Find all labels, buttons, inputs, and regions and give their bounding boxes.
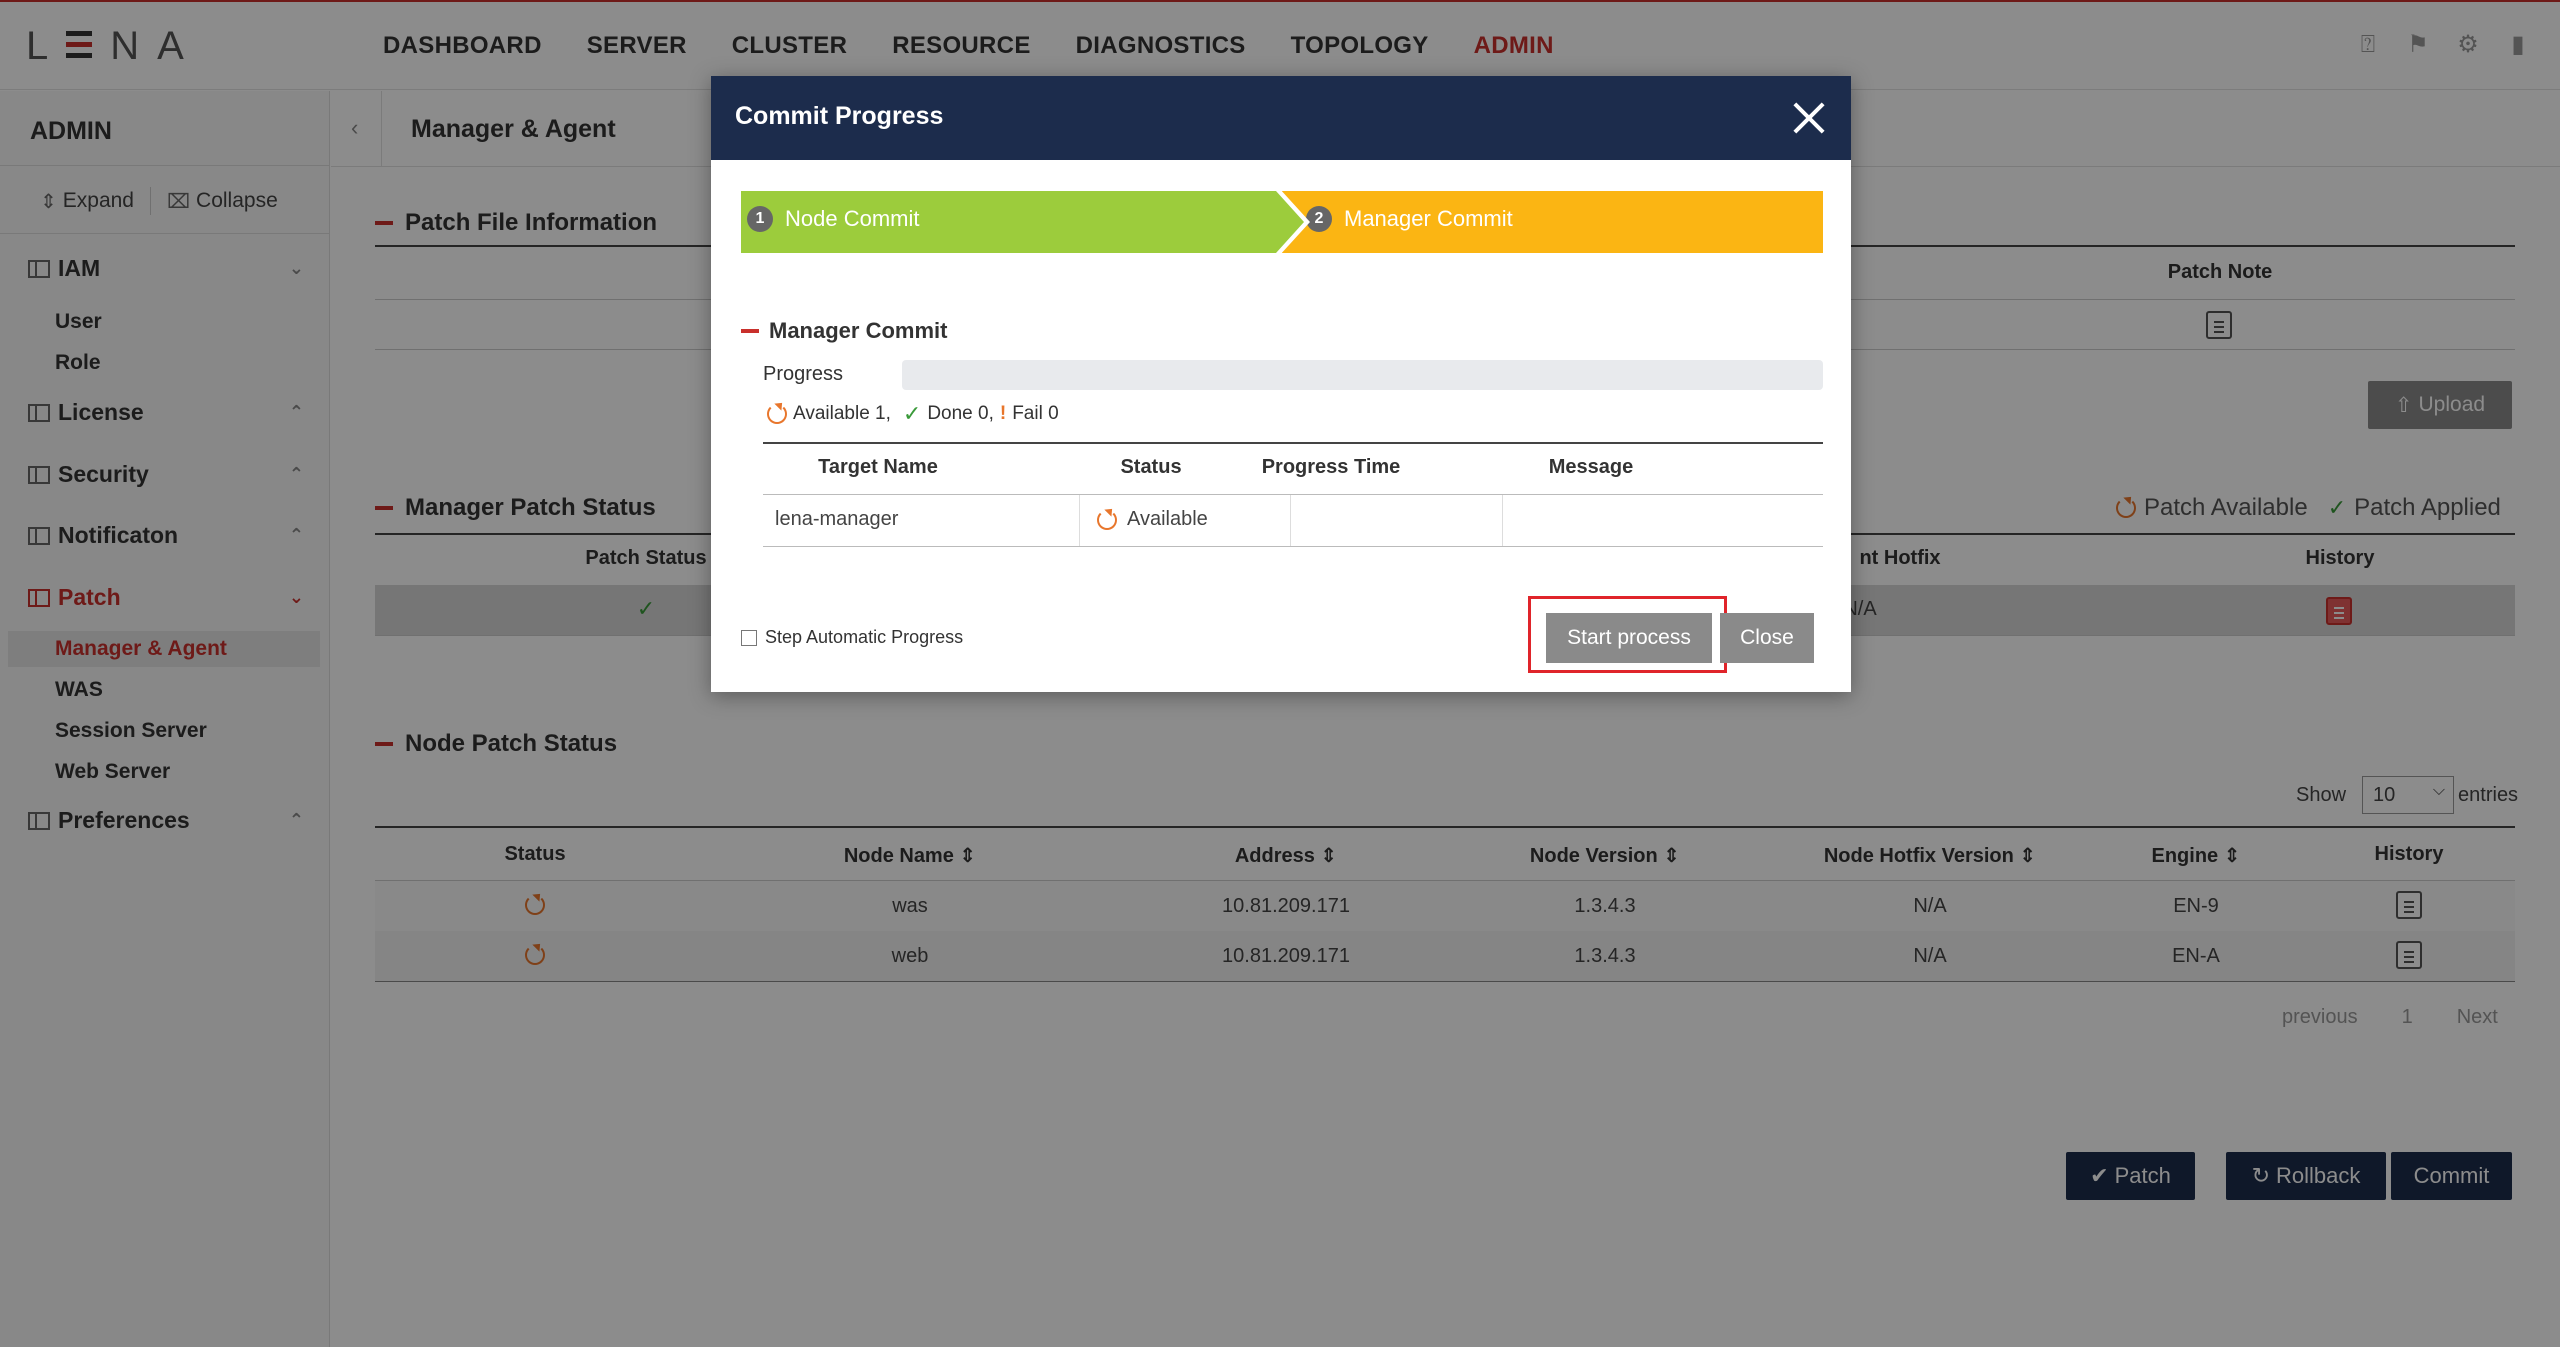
checkbox[interactable] (741, 629, 757, 646)
checkbox-label: Step Automatic Progress (765, 627, 964, 647)
check-icon: ✓ (902, 401, 922, 426)
commit-progress-dialog: Commit Progress 1 Node Commit 2 Manager Co… (711, 76, 1851, 692)
close-button[interactable]: Close (1720, 613, 1814, 663)
table-border (763, 442, 1823, 444)
table-border (763, 546, 1823, 547)
dialog-section-title: Manager Commit (741, 318, 947, 344)
cell-divider (1079, 495, 1080, 546)
step-arrow (1276, 191, 1304, 253)
column-header: Progress Time (1261, 456, 1401, 478)
stat-done: Done 0, (927, 403, 994, 424)
target-name-cell: lena-manager (775, 508, 899, 530)
step-automatic-checkbox[interactable]: Step Automatic Progress (741, 627, 963, 648)
status-cell: Available (1097, 508, 1208, 531)
refresh-icon (1097, 509, 1117, 530)
step-text: Node Commit (785, 206, 920, 231)
warning-icon: ! (999, 403, 1007, 424)
progress-stats: Available 1, ✓ Done 0, ! Fail 0 (767, 401, 1059, 427)
progress-label: Progress (763, 363, 844, 385)
step-number: 1 (747, 206, 773, 232)
table-border (763, 494, 1823, 495)
cell-divider (1502, 495, 1503, 546)
progress-bar (902, 360, 1823, 390)
step-node-commit: 1 Node Commit (741, 191, 1276, 253)
start-process-button[interactable]: Start process (1546, 613, 1712, 663)
status-text: Available (1127, 508, 1208, 530)
step-label: 1 Node Commit (747, 206, 919, 232)
step-text: Manager Commit (1344, 206, 1513, 231)
dialog-title: Commit Progress (735, 102, 944, 130)
column-header: Message (1548, 456, 1634, 478)
close-icon[interactable] (1785, 94, 1833, 142)
stat-available: Available 1, (793, 403, 891, 424)
column-header: Target Name (818, 456, 938, 478)
refresh-icon (767, 404, 787, 424)
cell-divider (1290, 495, 1291, 546)
step-manager-commit: 2 Manager Commit (1282, 191, 1823, 253)
step-label: 2 Manager Commit (1306, 206, 1513, 232)
stat-fail: Fail 0 (1012, 403, 1059, 424)
dialog-header: Commit Progress (711, 76, 1851, 160)
